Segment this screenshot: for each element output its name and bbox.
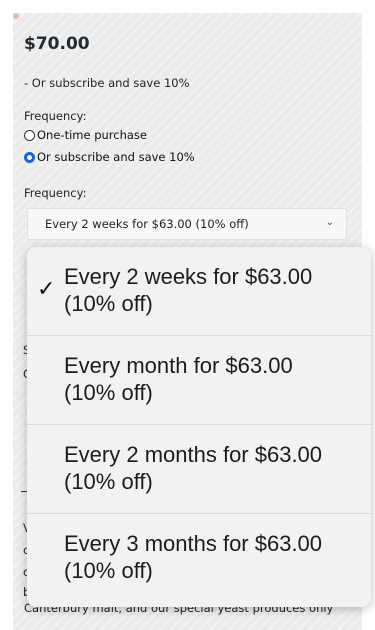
radio-selected-icon[interactable] [24,151,35,163]
product-price: $70.00 [24,34,90,54]
option-label: Every month for $63.00 [64,353,293,378]
checkmark-icon: ✓ [37,277,56,302]
option-discount: (10% off) [64,469,153,494]
subscribe-note: - Or subscribe and save 10% [24,76,190,90]
option-discount: (10% off) [64,558,153,583]
chevron-down-icon[interactable]: ⌄ [326,217,334,228]
radio-subscribe-label: Or subscribe and save 10% [37,150,195,164]
frequency-select[interactable]: Every 2 weeks for $63.00 (10% off) ⌄ [27,208,347,240]
dropdown-option-2-weeks[interactable]: ✓ Every 2 weeks for $63.00 (10% off) [27,247,371,336]
dropdown-option-month[interactable]: Every month for $63.00 (10% off) [27,336,371,425]
option-label: Every 2 weeks for $63.00 [64,264,313,289]
dropdown-option-2-months[interactable]: Every 2 months for $63.00 (10% off) [27,425,371,514]
radio-icon[interactable] [24,129,35,141]
radio-one-time[interactable]: One-time purchase [24,127,147,143]
frequency-label: Frequency: [24,109,87,123]
decorative-dot [13,13,19,19]
radio-subscribe[interactable]: Or subscribe and save 10% [24,149,195,165]
option-discount: (10% off) [64,380,153,405]
option-discount: (10% off) [64,291,153,316]
frequency-select-label: Frequency: [24,186,87,200]
option-label: Every 3 months for $63.00 [64,531,323,556]
option-label: Every 2 months for $63.00 [64,442,323,467]
radio-one-time-label: One-time purchase [37,128,147,142]
dropdown-option-3-months[interactable]: Every 3 months for $63.00 (10% off) [27,514,371,607]
frequency-dropdown-menu: ✓ Every 2 weeks for $63.00 (10% off) Eve… [27,247,371,607]
frequency-select-value: Every 2 weeks for $63.00 (10% off) [45,217,249,231]
